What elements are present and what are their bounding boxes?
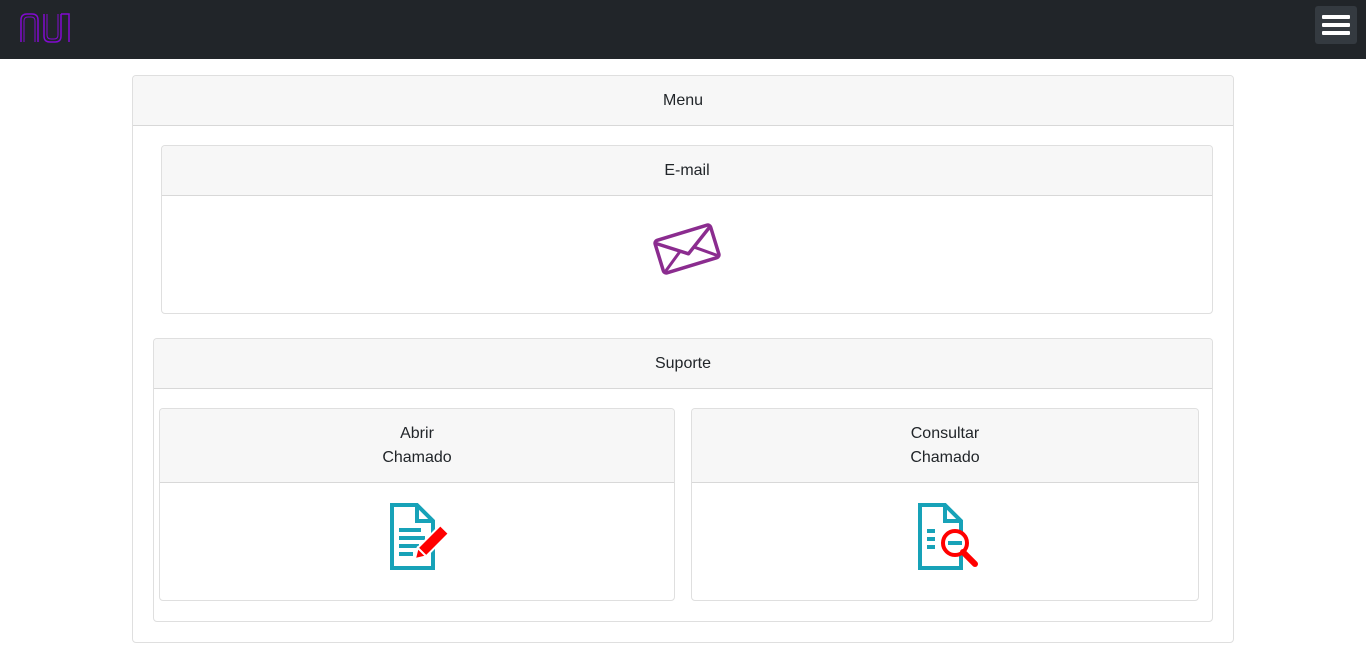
menu-card-header: Menu	[133, 76, 1233, 126]
nu-logo-icon[interactable]	[18, 10, 72, 46]
suporte-card-header: Suporte	[154, 339, 1212, 389]
document-edit-icon[interactable]	[389, 503, 449, 571]
hamburger-menu-button[interactable]	[1315, 6, 1357, 44]
email-card: E-mail	[161, 145, 1213, 314]
document-search-icon[interactable]	[917, 503, 981, 571]
top-navbar	[0, 0, 1366, 59]
email-card-header: E-mail	[162, 146, 1212, 196]
abrir-label-line1: Abrir	[400, 424, 434, 442]
hamburger-bar	[1322, 15, 1350, 19]
hamburger-bar	[1322, 31, 1350, 35]
consultar-chamado-header: Consultar Chamado	[692, 409, 1198, 483]
consultar-label-line1: Consultar	[910, 424, 980, 442]
envelope-icon[interactable]	[652, 221, 722, 277]
email-title: E-mail	[664, 161, 710, 179]
consultar-label-line2: Chamado	[910, 448, 980, 466]
abrir-chamado-card[interactable]: Abrir Chamado	[159, 408, 675, 601]
consultar-chamado-card[interactable]: Consultar Chamado	[691, 408, 1199, 601]
menu-title: Menu	[662, 91, 704, 109]
suporte-title: Suporte	[654, 354, 712, 372]
abrir-label-line2: Chamado	[382, 448, 452, 466]
abrir-chamado-header: Abrir Chamado	[160, 409, 674, 483]
hamburger-bar	[1322, 23, 1350, 27]
